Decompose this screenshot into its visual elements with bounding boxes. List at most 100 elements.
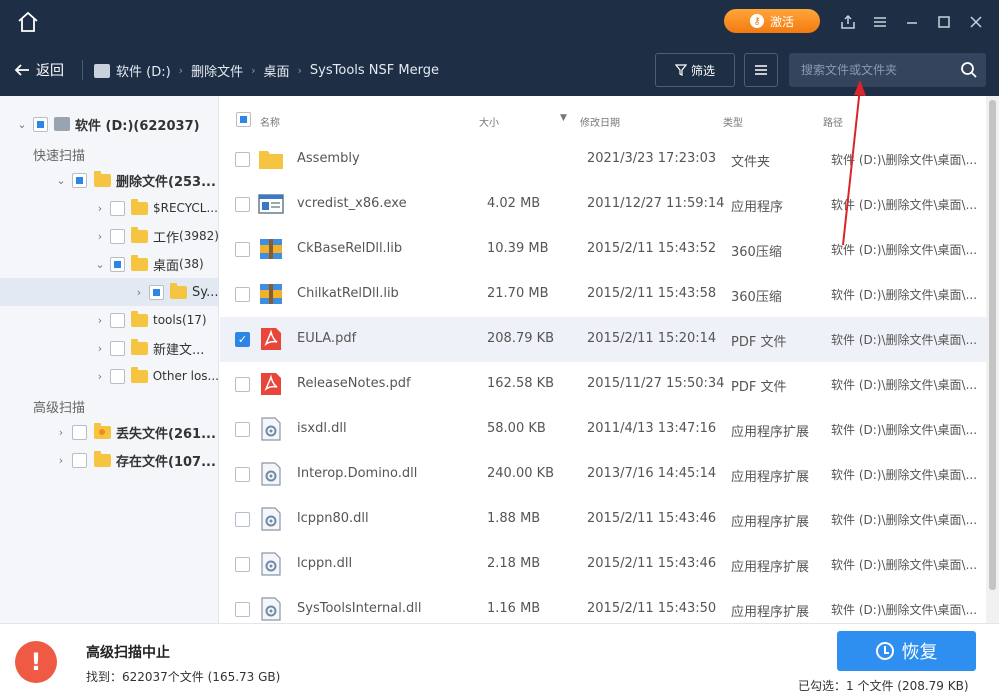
row-checkbox[interactable]: [235, 152, 250, 167]
tree-checkbox[interactable]: [72, 452, 87, 468]
column-type[interactable]: 类型: [723, 114, 743, 129]
file-row[interactable]: lcppn80.dll 1.88 MB 2015/2/11 15:43:46 应用程序…: [220, 497, 986, 542]
menu-icon[interactable]: [870, 12, 890, 32]
tree-item-tools[interactable]: › tools (17): [0, 306, 218, 334]
file-name: EULA.pdf: [297, 331, 357, 346]
row-checkbox[interactable]: [235, 377, 250, 392]
file-row[interactable]: lcppn.dll 2.18 MB 2015/2/11 15:43:46 应用程序扩展…: [220, 542, 986, 587]
chevron-right-icon: ›: [251, 64, 256, 77]
tree-checkbox[interactable]: [110, 228, 125, 244]
row-checkbox[interactable]: [235, 287, 250, 302]
chevron-right-icon[interactable]: ›: [133, 286, 145, 299]
column-size[interactable]: 大小: [479, 114, 499, 129]
list-icon: [755, 65, 767, 75]
view-menu-button[interactable]: [744, 53, 778, 87]
tree-checkbox[interactable]: [110, 312, 125, 328]
folder-icon: [131, 310, 148, 327]
minimize-icon[interactable]: [902, 12, 922, 32]
share-icon[interactable]: [838, 12, 858, 32]
tree-checkbox[interactable]: [72, 172, 87, 188]
scrollbar-thumb[interactable]: [989, 100, 996, 590]
row-checkbox[interactable]: [235, 422, 250, 437]
chevron-right-icon[interactable]: ›: [55, 426, 67, 439]
file-path: 软件 (D:)\删除文件\桌面\...: [831, 603, 978, 617]
tree-item-label: 丢失文件(261...: [116, 426, 216, 442]
tree-item-existing[interactable]: › 存在文件(107...: [0, 446, 218, 474]
recover-button[interactable]: 恢复: [837, 631, 976, 671]
tree-checkbox[interactable]: [110, 256, 125, 272]
activate-button[interactable]: ⚷ 激活: [724, 9, 820, 33]
alert-icon: !: [15, 641, 57, 683]
file-name: vcredist_x86.exe: [297, 196, 407, 211]
tree-checkbox[interactable]: [33, 116, 48, 132]
search-input[interactable]: [789, 53, 949, 87]
row-checkbox[interactable]: [235, 467, 250, 482]
chevron-down-icon[interactable]: ⌄: [16, 118, 28, 131]
tree-item-recycle[interactable]: › $RECYCL...: [0, 194, 218, 222]
back-button[interactable]: 返回: [14, 60, 64, 80]
row-checkbox[interactable]: [235, 557, 250, 572]
breadcrumb-deleted[interactable]: 删除文件: [191, 61, 243, 80]
chevron-right-icon[interactable]: ›: [94, 370, 106, 383]
filter-button[interactable]: 筛选: [655, 53, 735, 87]
chevron-down-icon[interactable]: ⌄: [55, 174, 67, 187]
file-row[interactable]: ReleaseNotes.pdf 162.58 KB 2015/11/27 15:5…: [220, 362, 986, 407]
row-checkbox[interactable]: [235, 197, 250, 212]
file-type: 应用程序扩展: [731, 470, 810, 485]
close-icon[interactable]: [966, 12, 986, 32]
tree-checkbox[interactable]: [72, 424, 87, 440]
tree-checkbox[interactable]: [149, 284, 164, 300]
chevron-right-icon[interactable]: ›: [94, 202, 106, 215]
breadcrumb-current[interactable]: SysTools NSF Merge: [310, 63, 439, 78]
search-icon[interactable]: [960, 61, 978, 79]
tree-root-label: 软件 (D:)(622037): [75, 118, 200, 134]
sort-down-icon[interactable]: ▼: [560, 113, 567, 123]
file-row[interactable]: isxdl.dll 58.00 KB 2011/4/13 13:47:16 应用程序扩…: [220, 407, 986, 452]
file-row[interactable]: CkBaseRelDll.lib 10.39 MB 2015/2/11 15:43:…: [220, 227, 986, 272]
tree-item-otherlost[interactable]: › Other los...: [0, 362, 218, 390]
file-row[interactable]: ChilkatRelDll.lib 21.70 MB 2015/2/11 15:43…: [220, 272, 986, 317]
tree-item-deleted[interactable]: ⌄ 删除文件(253...: [0, 166, 218, 194]
tree-checkbox[interactable]: [110, 200, 125, 216]
row-checkbox[interactable]: [235, 512, 250, 527]
file-date: 2011/12/27 11:59:14: [587, 196, 725, 211]
column-date[interactable]: 修改日期: [580, 114, 620, 129]
tree-checkbox[interactable]: [109, 368, 125, 384]
column-path[interactable]: 路径: [823, 114, 843, 129]
tree-checkbox[interactable]: [110, 340, 125, 356]
chevron-right-icon[interactable]: ›: [94, 314, 106, 327]
file-size: 58.00 KB: [487, 421, 546, 436]
file-type: 360压缩: [731, 245, 782, 260]
tree-root[interactable]: ⌄ 软件 (D:)(622037): [0, 110, 218, 138]
file-row[interactable]: SysToolsInternal.dll 1.16 MB 2015/2/11 15:…: [220, 587, 986, 623]
tree-item-work[interactable]: › 工作 (3982): [0, 222, 218, 250]
select-all-checkbox[interactable]: [236, 112, 251, 127]
maximize-icon[interactable]: [934, 12, 954, 32]
breadcrumb-drive[interactable]: 软件 (D:): [116, 61, 171, 80]
chevron-down-icon[interactable]: ⌄: [94, 258, 106, 271]
selected-summary: 已勾选：1 个文件 (208.79 KB): [798, 679, 969, 693]
tree-item-desktop[interactable]: ⌄ 桌面 (38): [0, 250, 218, 278]
breadcrumb-desktop[interactable]: 桌面: [264, 61, 290, 80]
tree-item-lost[interactable]: › 丢失文件(261...: [0, 418, 218, 446]
scrollbar[interactable]: [986, 96, 999, 623]
row-checkbox[interactable]: [235, 332, 250, 347]
tree-item-systools[interactable]: › Sy...: [0, 278, 218, 306]
home-icon[interactable]: [16, 10, 40, 34]
file-size: 208.79 KB: [487, 331, 555, 346]
drive-icon: [54, 117, 70, 131]
file-row[interactable]: vcredist_x86.exe 4.02 MB 2011/12/27 11:59:…: [220, 182, 986, 227]
chevron-right-icon[interactable]: ›: [94, 230, 106, 243]
column-name[interactable]: 名称: [260, 114, 280, 129]
file-row[interactable]: Assembly 2021/3/23 17:23:03 文件夹 软件 (D:)\删除文…: [220, 137, 986, 182]
file-path: 软件 (D:)\删除文件\桌面\...: [831, 558, 978, 572]
tree-item-newfolder[interactable]: › 新建文...: [0, 334, 218, 362]
row-checkbox[interactable]: [235, 242, 250, 257]
chevron-right-icon[interactable]: ›: [55, 454, 67, 467]
file-row[interactable]: Interop.Domino.dll 240.00 KB 2013/7/16 14:…: [220, 452, 986, 497]
file-date: 2011/4/13 13:47:16: [587, 421, 717, 436]
chevron-right-icon[interactable]: ›: [94, 342, 106, 355]
file-type: PDF 文件: [731, 380, 787, 395]
row-checkbox[interactable]: [235, 602, 250, 617]
file-row[interactable]: EULA.pdf 208.79 KB 2015/2/11 15:20:14 PDF 文…: [220, 317, 986, 362]
